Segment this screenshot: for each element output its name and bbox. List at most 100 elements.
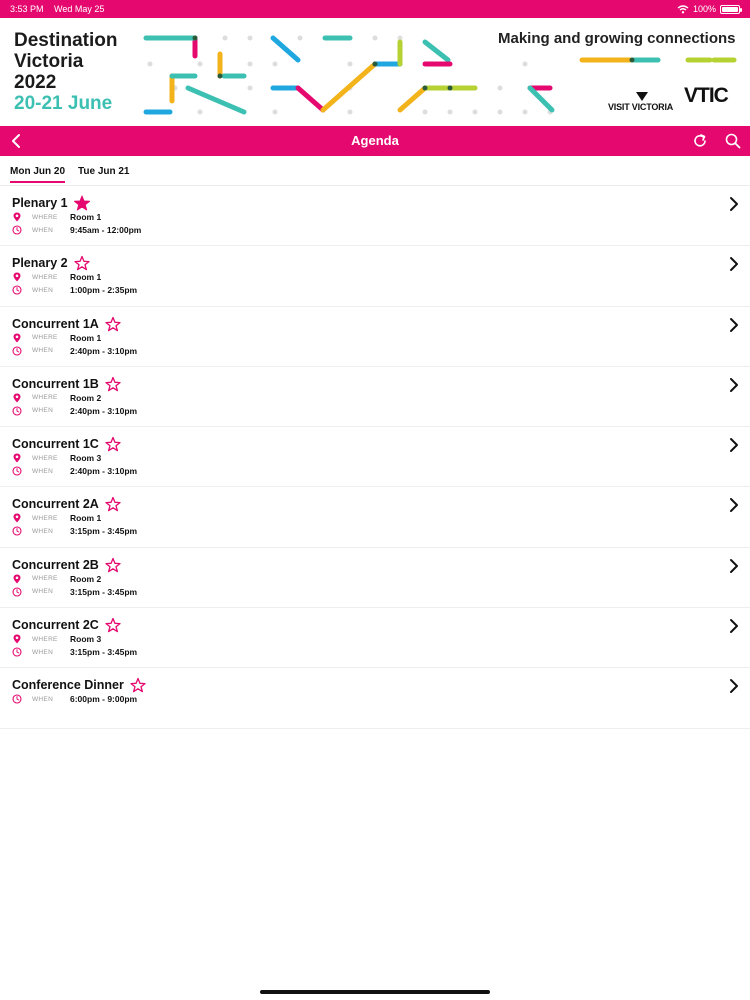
chevron-right-icon[interactable] [728, 256, 740, 272]
session-time: 2:40pm - 3:10pm [70, 466, 138, 477]
when-label: WHEN [32, 527, 54, 535]
where-label: WHERE [32, 514, 58, 522]
session-title-row: Plenary 2 [12, 255, 90, 271]
chevron-right-icon[interactable] [728, 678, 740, 694]
chevron-right-icon[interactable] [728, 196, 740, 212]
session-when-row: WHEN 1:00pm - 2:35pm [12, 284, 137, 296]
session-when-row: WHEN 6:00pm - 9:00pm [12, 693, 137, 705]
status-time: 3:53 PM [10, 4, 44, 14]
session-where-row: WHERE Room 1 [12, 211, 101, 223]
tab-mon-jun-20[interactable]: Mon Jun 20 [10, 166, 66, 183]
session-when-row: WHEN 3:15pm - 3:45pm [12, 586, 137, 598]
battery-percent: 100% [692, 4, 716, 14]
tagline-dash-art [579, 57, 737, 63]
session-where-row: WHERE Room 3 [12, 452, 101, 464]
page-title: Agenda [351, 133, 399, 148]
session-time: 3:15pm - 3:45pm [70, 526, 138, 537]
session-where-row: WHERE Room 3 [12, 633, 101, 645]
star-outline-icon[interactable] [105, 496, 121, 512]
event-title-line3: 2022 [14, 72, 57, 93]
status-bar: 3:53 PM Wed May 25 100% [0, 0, 750, 18]
tab-tue-jun-21[interactable]: Tue Jun 21 [78, 166, 130, 177]
session-row[interactable]: Concurrent 2B WHERE Room 2 WHEN 3:15pm -… [0, 548, 750, 609]
wifi-icon [677, 4, 689, 13]
location-pin-icon [13, 212, 21, 222]
session-title-row: Conference Dinner [12, 677, 146, 693]
session-room: Room 3 [70, 634, 102, 645]
session-title-row: Concurrent 2A [12, 496, 121, 512]
when-label: WHEN [32, 286, 54, 294]
when-label: WHEN [32, 588, 54, 596]
session-row[interactable]: Concurrent 2A WHERE Room 1 WHEN 3:15pm -… [0, 487, 750, 548]
session-title-row: Concurrent 2C [12, 617, 121, 633]
session-row[interactable]: Plenary 1 WHERE Room 1 WHEN 9:45am - 12:… [0, 186, 750, 247]
session-row[interactable]: Concurrent 2C WHERE Room 3 WHEN 3:15pm -… [0, 608, 750, 669]
clock-icon [12, 587, 22, 597]
location-pin-icon [13, 393, 21, 403]
where-label: WHERE [32, 273, 58, 281]
session-when-row: WHEN 2:40pm - 3:10pm [12, 345, 137, 357]
session-room: Room 1 [70, 513, 102, 524]
location-pin-icon [13, 513, 21, 523]
event-dates: 20-21 June [14, 93, 113, 114]
refresh-button[interactable] [691, 132, 709, 150]
agenda-list: Plenary 1 WHERE Room 1 WHEN 9:45am - 12:… [0, 186, 750, 729]
session-title: Plenary 2 [12, 256, 68, 271]
star-outline-icon[interactable] [105, 617, 121, 633]
chevron-right-icon[interactable] [728, 558, 740, 574]
star-outline-icon[interactable] [105, 316, 121, 332]
chevron-right-icon[interactable] [728, 437, 740, 453]
session-when-row: WHEN 2:40pm - 3:10pm [12, 405, 137, 417]
battery-icon [720, 4, 742, 14]
chevron-right-icon[interactable] [728, 317, 740, 333]
session-row[interactable]: Concurrent 1C WHERE Room 3 WHEN 2:40pm -… [0, 427, 750, 488]
session-when-row: WHEN 3:15pm - 3:45pm [12, 646, 137, 658]
clock-icon [12, 285, 22, 295]
session-row[interactable]: Concurrent 1A WHERE Room 1 WHEN 2:40pm -… [0, 307, 750, 367]
where-label: WHERE [32, 334, 58, 342]
visit-victoria-logo-text: VISIT VICTORIA [608, 102, 674, 112]
visit-victoria-logo: VISIT VICTORIA [608, 92, 673, 112]
chevron-right-icon[interactable] [728, 377, 740, 393]
session-row[interactable]: Conference Dinner WHEN 6:00pm - 9:00pm [0, 668, 750, 729]
session-title: Plenary 1 [12, 196, 68, 210]
clock-icon [12, 225, 22, 235]
session-where-row: WHERE Room 1 [12, 271, 101, 283]
session-room: Room 1 [70, 272, 102, 283]
where-label: WHERE [32, 635, 58, 643]
clock-icon [12, 526, 22, 537]
location-pin-icon [13, 333, 21, 343]
session-time: 1:00pm - 2:35pm [70, 285, 138, 296]
day-tabs: Mon Jun 20 Tue Jun 21 [0, 158, 750, 186]
home-indicator [260, 990, 490, 994]
vtic-logo: VTIC [684, 84, 729, 107]
event-title-line1: Destination [14, 30, 118, 51]
star-outline-icon[interactable] [130, 677, 146, 693]
star-outline-icon[interactable] [105, 557, 121, 573]
where-label: WHERE [32, 454, 58, 462]
session-row[interactable]: Concurrent 1B WHERE Room 2 WHEN 2:40pm -… [0, 367, 750, 428]
where-label: WHERE [32, 394, 58, 402]
clock-icon [12, 647, 22, 657]
session-room: Room 1 [70, 212, 102, 222]
session-where-row: WHERE Room 1 [12, 512, 101, 524]
chevron-right-icon[interactable] [728, 618, 740, 634]
star-filled-icon[interactable] [73, 195, 90, 211]
location-pin-icon [13, 453, 21, 463]
nav-bar: Agenda [0, 126, 750, 156]
session-title: Concurrent 1C [12, 437, 99, 452]
search-button[interactable] [724, 132, 742, 150]
session-when-row: WHEN 3:15pm - 3:45pm [12, 525, 137, 537]
star-outline-icon[interactable] [105, 436, 121, 452]
star-outline-icon[interactable] [105, 376, 121, 392]
status-bar-left: 3:53 PM Wed May 25 [10, 4, 112, 14]
session-time: 9:45am - 12:00pm [70, 225, 142, 235]
session-title: Concurrent 1B [12, 376, 99, 391]
star-outline-icon[interactable] [73, 255, 90, 271]
location-pin-icon [13, 272, 21, 282]
session-title: Concurrent 2C [12, 618, 99, 633]
when-label: WHEN [32, 407, 54, 415]
session-row[interactable]: Plenary 2 WHERE Room 1 WHEN 1:00pm - 2:3… [0, 246, 750, 307]
chevron-right-icon[interactable] [728, 497, 740, 513]
session-time: 2:40pm - 3:10pm [70, 345, 138, 356]
